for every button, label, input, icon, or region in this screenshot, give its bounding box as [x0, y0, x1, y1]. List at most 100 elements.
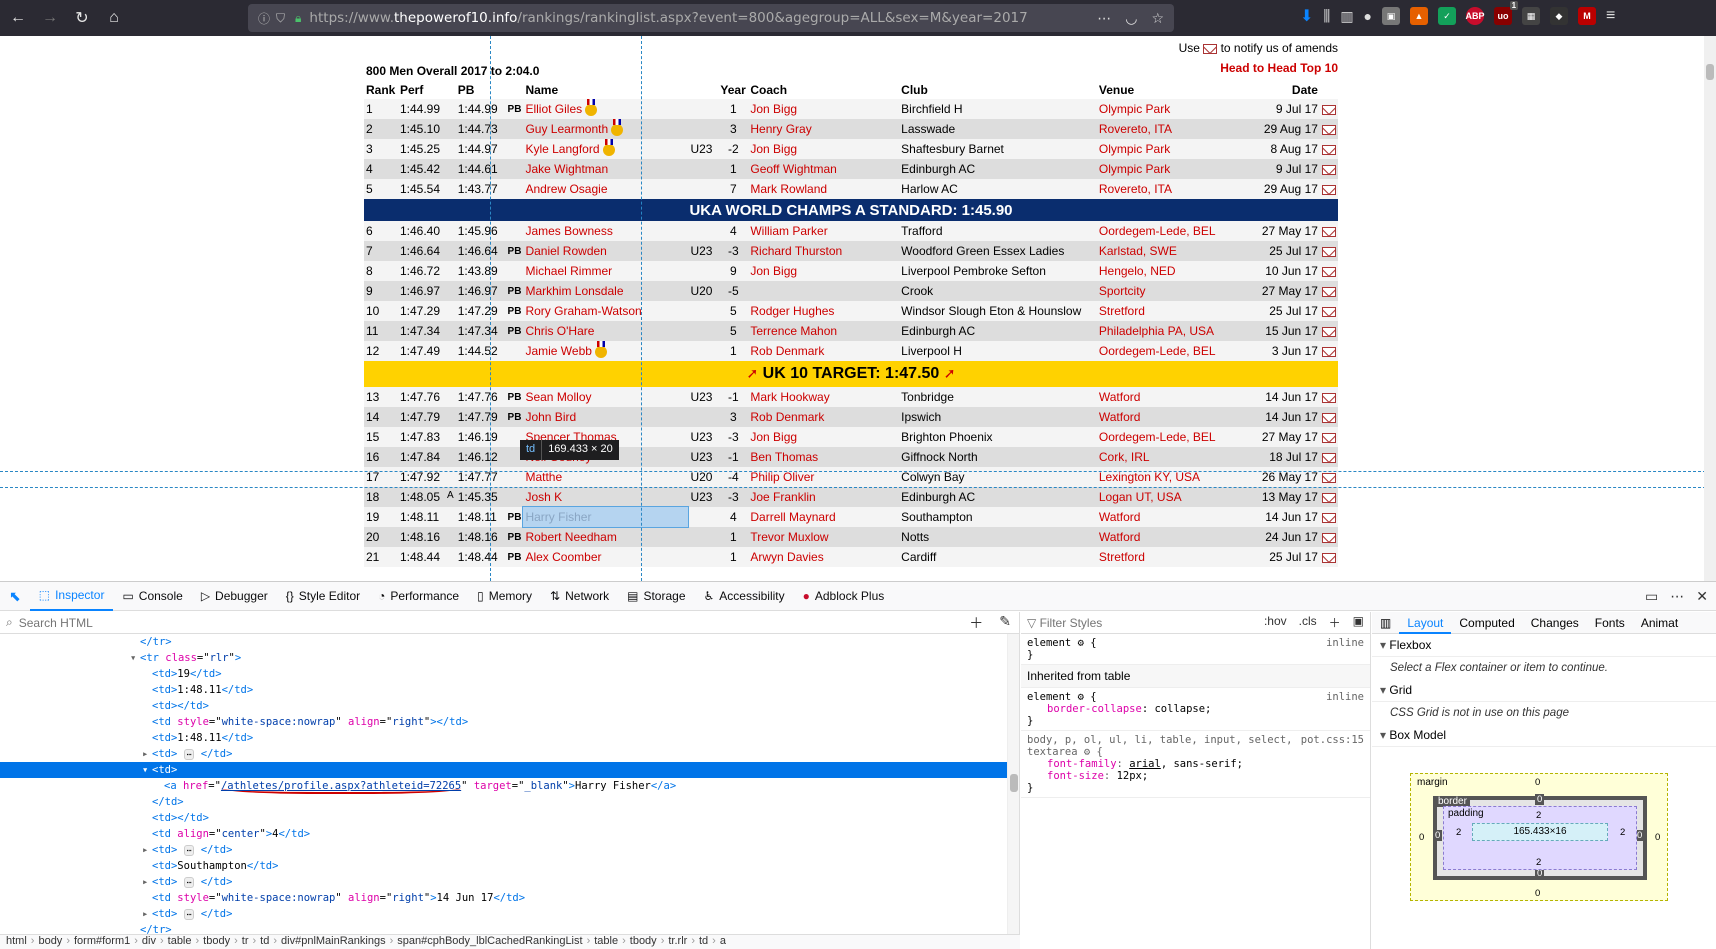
gear-icon[interactable]: ⚙ [1078, 637, 1084, 649]
breadcrumb-item[interactable]: span#cphBody_lblCachedRankingList [397, 935, 582, 947]
email-icon[interactable] [1321, 346, 1336, 357]
email-icon[interactable] [1321, 286, 1336, 297]
venue-link[interactable]: Oordegem-Lede, BEL [1099, 430, 1216, 444]
tree-line[interactable]: <td style="white-space:nowrap" align="ri… [0, 890, 1019, 906]
athlete-link[interactable]: Harry Fisher [525, 510, 591, 524]
athlete-link[interactable]: John Bird [525, 410, 576, 424]
tracking-shield-icon[interactable]: ⛉ [276, 11, 285, 26]
athlete-link[interactable]: Andrew Osagie [525, 182, 607, 196]
email-icon[interactable] [1321, 246, 1336, 257]
firefox-extension-icon[interactable]: ▲ [1410, 7, 1429, 25]
print-icon[interactable]: ▣ [1353, 614, 1364, 631]
tab-changes[interactable]: Changes [1523, 612, 1587, 634]
library-icon[interactable]: ⫼ [1323, 8, 1330, 25]
url-bar[interactable]: ⓘ ⛉ 🔒︎ https://www.thepowerof10.info/ran… [248, 4, 1174, 32]
athlete-link[interactable]: Elliot Giles [525, 102, 582, 116]
venue-link[interactable]: Rovereto, ITA [1099, 122, 1172, 136]
coach-link[interactable]: Ben Thomas [750, 450, 818, 464]
cat-extension-icon[interactable]: ◆ [1550, 7, 1569, 25]
home-icon[interactable]: ⌂ [100, 4, 128, 32]
coach-link[interactable]: Geoff Wightman [750, 162, 836, 176]
coach-link[interactable]: Philip Oliver [750, 470, 814, 484]
venue-link[interactable]: Watford [1099, 510, 1141, 524]
venue-link[interactable]: Oordegem-Lede, BEL [1099, 224, 1216, 238]
tab-storage[interactable]: ▤ Storage [618, 582, 694, 611]
coach-link[interactable]: William Parker [750, 224, 827, 238]
account-icon[interactable]: ● [1364, 8, 1372, 24]
tree-line-anchor[interactable]: <a href="/athletes/profile.aspx?athletei… [0, 778, 1019, 794]
venue-link[interactable]: Watford [1099, 530, 1141, 544]
sidebar-icon[interactable]: ▥ [1340, 8, 1353, 25]
container-icon[interactable]: ▣ [1382, 7, 1401, 25]
tree-line[interactable]: ▸ <td> ⋯ </td> [0, 874, 1019, 890]
athlete-link[interactable]: Daniel Rowden [525, 244, 606, 258]
athlete-link[interactable]: Jamie Webb [525, 344, 591, 358]
margin-right-value[interactable]: 0 [1655, 832, 1660, 843]
tab-computed[interactable]: Computed [1451, 612, 1522, 634]
margin-bottom-value[interactable]: 0 [1535, 888, 1540, 899]
athlete-link[interactable]: Josh K [525, 490, 562, 504]
back-icon[interactable]: ← [4, 4, 32, 32]
pick-element-icon[interactable]: ⬉ [0, 582, 30, 611]
breadcrumb-item[interactable]: body [38, 935, 62, 947]
breadcrumb-item[interactable]: td [260, 935, 269, 947]
tree-line[interactable]: ▾ <tr class="rlr"> [0, 650, 1019, 666]
tab-style-editor[interactable]: {} Style Editor [277, 582, 369, 611]
email-icon[interactable] [1321, 144, 1336, 155]
pocket-icon[interactable]: ◡ [1125, 10, 1137, 27]
tab-debugger[interactable]: ▷ Debugger [192, 582, 277, 611]
email-icon[interactable] [1321, 266, 1336, 277]
breadcrumb-item[interactable]: tr [242, 935, 249, 947]
padding-right-value[interactable]: 2 [1620, 827, 1625, 838]
breadcrumb-item[interactable]: a [720, 935, 726, 947]
add-rule-icon[interactable]: ＋ [1329, 614, 1341, 631]
email-icon[interactable] [1321, 552, 1336, 563]
email-icon[interactable] [1321, 492, 1336, 503]
email-icon[interactable] [1321, 226, 1336, 237]
coach-link[interactable]: Jon Bigg [750, 264, 797, 278]
email-icon[interactable] [1321, 432, 1336, 443]
breadcrumb-item[interactable]: table [594, 935, 618, 947]
filter-styles-input[interactable] [1039, 615, 1240, 630]
tree-line[interactable]: <td>1:48.11</td> [0, 682, 1019, 698]
tab-layout[interactable]: Layout [1399, 612, 1452, 634]
athlete-link[interactable]: Robert Needham [525, 530, 616, 544]
tab-network[interactable]: ⇅ Network [541, 582, 618, 611]
venue-link[interactable]: Cork, IRL [1099, 450, 1150, 464]
breadcrumb-item[interactable]: div [142, 935, 156, 947]
athlete-link[interactable]: James Bowness [525, 224, 612, 238]
tab-console[interactable]: ▭ Console [113, 582, 191, 611]
gear-icon[interactable]: ⚙ [1078, 691, 1084, 703]
lock-icon[interactable]: 🔒︎ [295, 11, 301, 26]
page-actions-icon[interactable]: ⋯ [1097, 10, 1111, 27]
athlete-link[interactable]: Jake Wightman [525, 162, 608, 176]
padding-left-value[interactable]: 2 [1456, 827, 1461, 838]
coach-link[interactable]: Rodger Hughes [750, 304, 834, 318]
venue-link[interactable]: Logan UT, USA [1099, 490, 1182, 504]
close-devtools-icon[interactable]: ✕ [1696, 588, 1708, 605]
tab-fonts[interactable]: Fonts [1587, 612, 1633, 634]
coach-link[interactable]: Rob Denmark [750, 410, 824, 424]
athlete-link[interactable]: Sean Molloy [525, 390, 591, 404]
email-icon[interactable] [1321, 164, 1336, 175]
adblock-plus-icon[interactable]: ABP [1466, 7, 1485, 25]
html-pane-scrollbar[interactable] [1007, 634, 1019, 934]
breadcrumb-item[interactable]: tbody [203, 935, 230, 947]
venue-link[interactable]: Olympic Park [1099, 142, 1170, 156]
tab-memory[interactable]: ▯ Memory [468, 582, 541, 611]
athlete-link[interactable]: Chris O'Hare [525, 324, 594, 338]
tree-line[interactable]: <td align="center">4</td> [0, 826, 1019, 842]
shield-extension-icon[interactable]: ✓ [1438, 7, 1457, 25]
email-icon[interactable] [1321, 452, 1336, 463]
email-icon[interactable] [1321, 512, 1336, 523]
devtools-more-icon[interactable]: ⋯ [1670, 588, 1684, 605]
breadcrumb-item[interactable]: form#form1 [74, 935, 130, 947]
coach-link[interactable]: Jon Bigg [750, 430, 797, 444]
tab-animations[interactable]: Animat [1633, 612, 1686, 634]
coach-link[interactable]: Darrell Maynard [750, 510, 835, 524]
add-node-icon[interactable]: ＋ [969, 613, 983, 633]
email-icon[interactable] [1321, 124, 1336, 135]
venue-link[interactable]: Olympic Park [1099, 102, 1170, 116]
venue-link[interactable]: Sportcity [1099, 284, 1146, 298]
venue-link[interactable]: Olympic Park [1099, 162, 1170, 176]
